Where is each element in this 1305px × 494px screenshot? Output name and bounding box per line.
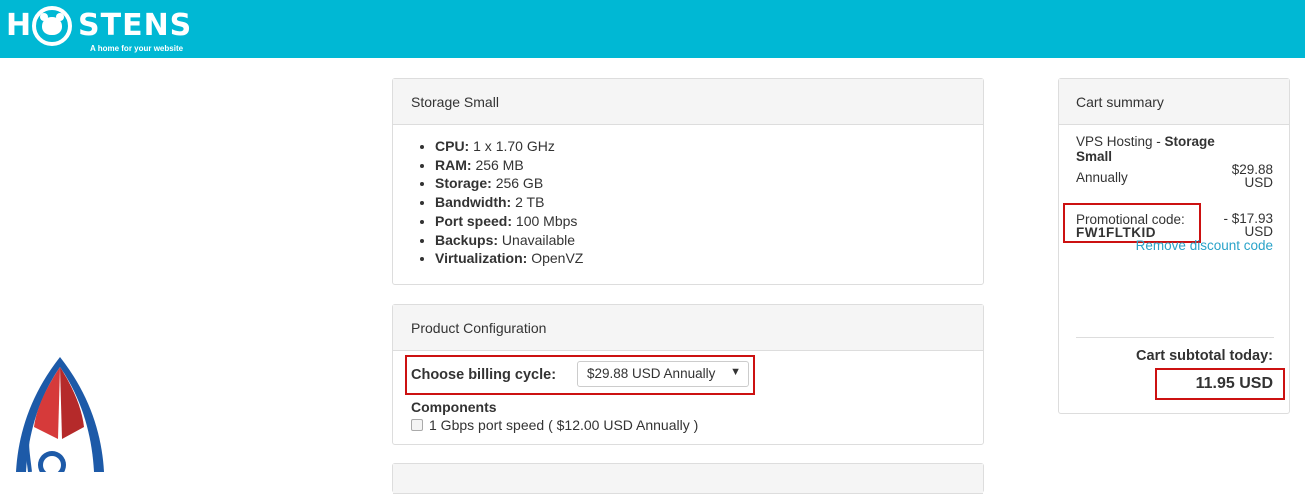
product-name-line2: Small [1076,149,1113,164]
component-option[interactable]: 1 Gbps port speed ( $12.00 USD Annually … [411,417,698,433]
spec-list: CPU: 1 x 1.70 GHz RAM: 256 MB Storage: 2… [393,125,983,268]
logo-letter-h: H [6,8,33,43]
product-configuration-panel: Product Configuration Choose billing cyc… [392,304,984,445]
next-panel-header [393,464,983,494]
promo-amount: - $17.93 USD [1223,211,1273,239]
dropdown-arrow-icon: ▼ [730,366,741,378]
product-title: Storage Small [393,79,983,125]
rocket-illustration [16,357,104,472]
cart-summary-panel: Cart summary VPS Hosting - Storage Small… [1058,78,1290,414]
logo-letters-stens: STENS [78,8,193,43]
billing-cycle-value: $29.88 USD Annually [587,366,716,381]
summary-divider [1076,337,1274,338]
billing-cycle-label: Choose billing cycle: [411,367,557,383]
subtotal-value: 11.95 USD [1195,375,1273,392]
spec-item: Bandwidth: 2 TB [435,193,983,212]
spec-item: Storage: 256 GB [435,174,983,193]
billing-cycle-text: Annually [1076,170,1128,185]
spec-item: Port speed: 100 Mbps [435,212,983,231]
next-panel [392,463,984,494]
spec-item: CPU: 1 x 1.70 GHz [435,137,983,156]
port-speed-checkbox[interactable] [411,419,423,431]
components-heading: Components [411,399,497,415]
spec-item: Backups: Unavailable [435,231,983,250]
spec-item: Virtualization: OpenVZ [435,249,983,268]
remove-discount-link[interactable]: Remove discount code [1136,238,1273,253]
component-option-label: 1 Gbps port speed ( $12.00 USD Annually … [429,417,699,433]
cart-summary-title: Cart summary [1059,79,1289,125]
product-line: VPS Hosting - Storage [1076,134,1215,149]
configuration-title: Product Configuration [393,305,983,351]
spec-item: RAM: 256 MB [435,156,983,175]
logo-tagline: A home for your website [90,44,184,53]
subtotal-label: Cart subtotal today: [1136,348,1273,364]
bear-logo-icon [32,6,72,46]
product-price: $29.88 USD [1231,162,1273,190]
site-header: H STENS A home for your website [0,0,1305,58]
billing-cycle-select[interactable]: $29.88 USD Annually ▼ [577,361,749,387]
product-details-panel: Storage Small CPU: 1 x 1.70 GHz RAM: 256… [392,78,984,285]
